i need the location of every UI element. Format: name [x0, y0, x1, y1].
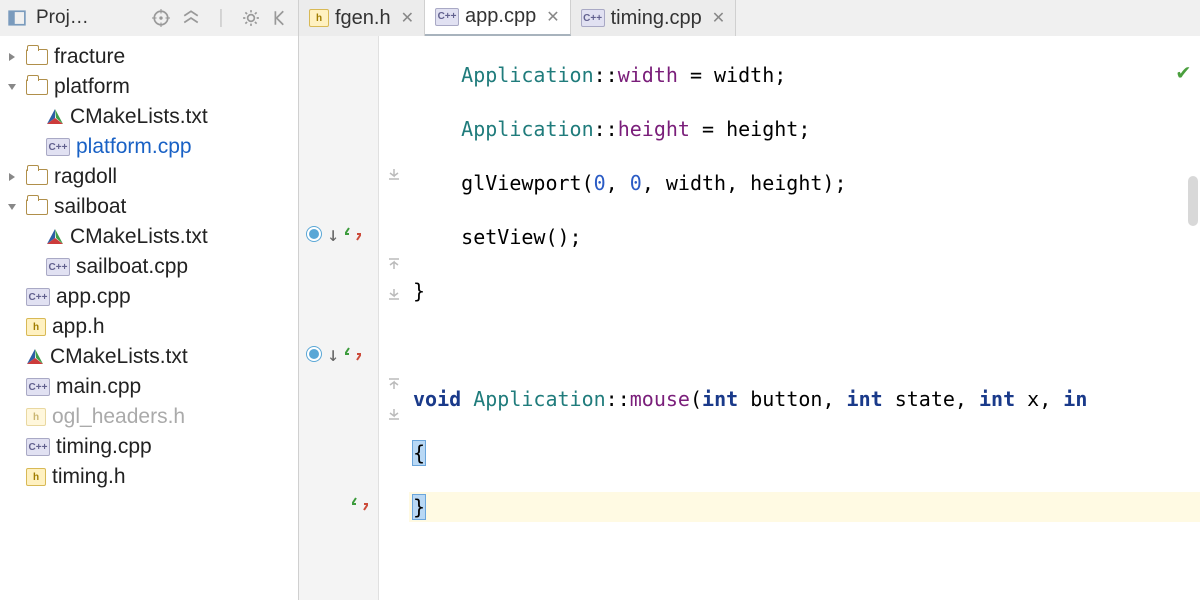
tree-item-ogl_headers-h[interactable]: h ogl_headers.h [0, 402, 298, 432]
tree-item-fracture[interactable]: fracture [0, 42, 298, 72]
h-file-icon: h [26, 468, 46, 486]
fold-start-icon[interactable] [379, 369, 409, 399]
vcs-change-icon [352, 497, 368, 511]
tree-arrow-icon[interactable] [4, 202, 20, 212]
tree-item-label: sailboat.cpp [76, 255, 188, 279]
close-icon[interactable]: ✕ [708, 8, 725, 28]
top-bar: Proj… | h fgen.h ✕ C++ app.cpp ✕ C++ tim… [0, 0, 1200, 36]
editor-tabs: h fgen.h ✕ C++ app.cpp ✕ C++ timing.cpp … [299, 0, 1200, 36]
hide-icon[interactable] [270, 7, 292, 29]
tree-item-label: CMakeLists.txt [70, 105, 208, 129]
tree-item-label: fracture [54, 45, 125, 69]
h-file-icon: h [26, 318, 46, 336]
project-toolbar-label: Proj… [36, 7, 142, 29]
cpp-file-icon: C++ [46, 138, 70, 156]
tree-item-cmakelists-txt[interactable]: CMakeLists.txt [0, 342, 298, 372]
scrollbar-thumb[interactable] [1188, 176, 1198, 226]
project-tree[interactable]: fractureplatformCMakeLists.txtC++platfor… [0, 36, 299, 600]
project-toolbar: Proj… | [0, 0, 299, 36]
tree-item-main-cpp[interactable]: C++ main.cpp [0, 372, 298, 402]
tree-item-app-cpp[interactable]: C++ app.cpp [0, 282, 298, 312]
tree-item-label: timing.cpp [56, 435, 152, 459]
cmake-icon [46, 108, 64, 126]
tree-item-label: app.cpp [56, 285, 131, 309]
gutter[interactable]: ↓ ↓ [299, 36, 379, 600]
vcs-change-icon [345, 227, 361, 241]
tree-item-label: app.h [52, 315, 105, 339]
folder-icon [26, 199, 48, 215]
close-icon[interactable]: ✕ [542, 7, 559, 27]
tab-app-cpp[interactable]: C++ app.cpp ✕ [425, 0, 571, 36]
h-file-icon: h [26, 408, 46, 426]
tree-arrow-icon[interactable] [4, 172, 20, 182]
tab-label: fgen.h [335, 7, 391, 30]
scroll-from-source-icon[interactable] [150, 7, 172, 29]
code-editor[interactable]: ↓ ↓ Application::width = width; Applicat… [299, 36, 1200, 600]
tab-label: timing.cpp [611, 7, 702, 30]
cpp-file-icon: C++ [581, 9, 605, 27]
tab-label: app.cpp [465, 5, 536, 28]
tree-item-cmakelists-txt[interactable]: CMakeLists.txt [0, 102, 298, 132]
tree-item-label: ragdoll [54, 165, 117, 189]
cpp-file-icon: C++ [26, 288, 50, 306]
tree-item-sailboat-cpp[interactable]: C++ sailboat.cpp [0, 252, 298, 282]
tree-item-label: platform.cpp [76, 135, 192, 159]
tree-item-label: sailboat [54, 195, 126, 219]
fold-end-icon[interactable] [379, 159, 409, 189]
cpp-file-icon: C++ [26, 378, 50, 396]
tree-arrow-icon[interactable] [4, 82, 20, 92]
implements-icon [307, 227, 321, 241]
cmake-icon [46, 228, 64, 246]
gutter-implements-marker[interactable]: ↓ [299, 339, 378, 369]
main-area: fractureplatformCMakeLists.txtC++platfor… [0, 36, 1200, 600]
collapse-all-icon[interactable] [180, 7, 202, 29]
cpp-file-icon: C++ [435, 8, 459, 26]
gutter-vcs-marker[interactable] [299, 489, 378, 519]
tree-item-label: CMakeLists.txt [70, 225, 208, 249]
code-content[interactable]: Application::width = width; Application:… [409, 36, 1200, 600]
fold-end-icon[interactable] [379, 279, 409, 309]
tree-arrow-icon[interactable] [4, 52, 20, 62]
cpp-file-icon: C++ [46, 258, 70, 276]
cmake-icon [26, 348, 44, 366]
implements-icon [307, 347, 321, 361]
folder-icon [26, 169, 48, 185]
divider-icon: | [210, 7, 232, 29]
tab-timing-cpp[interactable]: C++ timing.cpp ✕ [571, 0, 737, 36]
tree-item-label: main.cpp [56, 375, 141, 399]
fold-column[interactable] [379, 36, 409, 600]
close-icon[interactable]: ✕ [397, 8, 414, 28]
cpp-file-icon: C++ [26, 438, 50, 456]
tree-item-timing-cpp[interactable]: C++ timing.cpp [0, 432, 298, 462]
fold-end-icon[interactable] [379, 399, 409, 429]
tree-item-cmakelists-txt[interactable]: CMakeLists.txt [0, 222, 298, 252]
folder-icon [26, 49, 48, 65]
arrow-down-icon: ↓ [327, 222, 339, 246]
inspection-ok-icon[interactable]: ✔ [1177, 60, 1190, 85]
gutter-implements-marker[interactable]: ↓ [299, 219, 378, 249]
project-pane-icon[interactable] [6, 7, 28, 29]
tree-item-platform-cpp[interactable]: C++ platform.cpp [0, 132, 298, 162]
folder-icon [26, 79, 48, 95]
tab-fgen-h[interactable]: h fgen.h ✕ [299, 0, 425, 36]
fold-start-icon[interactable] [379, 249, 409, 279]
tree-item-label: CMakeLists.txt [50, 345, 188, 369]
tree-item-label: timing.h [52, 465, 126, 489]
tree-item-ragdoll[interactable]: ragdoll [0, 162, 298, 192]
tree-item-app-h[interactable]: h app.h [0, 312, 298, 342]
arrow-down-icon: ↓ [327, 342, 339, 366]
tree-item-platform[interactable]: platform [0, 72, 298, 102]
vcs-change-icon [345, 347, 361, 361]
h-file-icon: h [309, 9, 329, 27]
tree-item-timing-h[interactable]: h timing.h [0, 462, 298, 492]
tree-item-label: ogl_headers.h [52, 405, 185, 429]
gear-icon[interactable] [240, 7, 262, 29]
tree-item-sailboat[interactable]: sailboat [0, 192, 298, 222]
tree-item-label: platform [54, 75, 130, 99]
